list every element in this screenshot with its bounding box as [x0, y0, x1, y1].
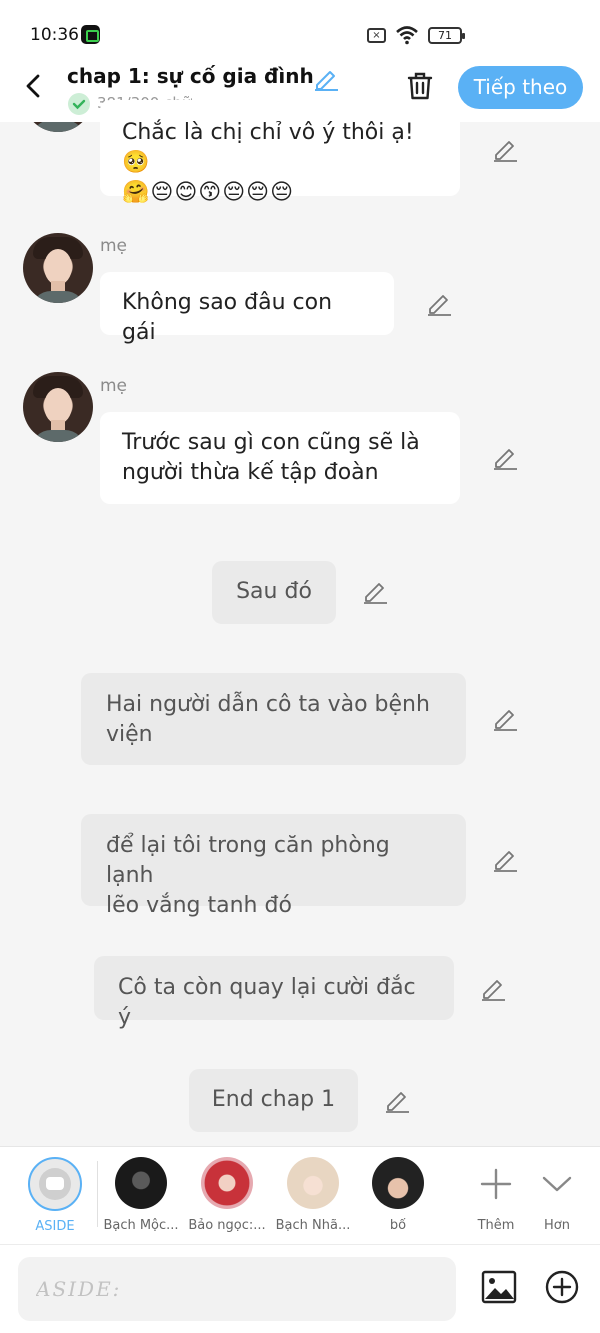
composer-bar: [0, 1244, 600, 1333]
character-label: Bảo ngọc:...: [188, 1218, 266, 1233]
avatar: [115, 1157, 167, 1209]
narration-bubble[interactable]: End chap 1: [189, 1069, 358, 1132]
sender-name: mẹ: [100, 236, 128, 256]
screen: 10:36 × 71 chap 1: sự cố gia đình 381/30…: [0, 0, 600, 1333]
narration-text-line: để lại tôi trong căn phòng lạnh: [106, 833, 390, 888]
narration-text-line: viện: [106, 722, 153, 747]
message-input[interactable]: [18, 1257, 456, 1321]
edit-pencil-icon[interactable]: [362, 579, 388, 605]
app-notification-icon: [81, 25, 100, 44]
character-item[interactable]: Bạch Mộc...: [96, 1157, 186, 1233]
narration-text-line: lẽo vắng tanh đó: [106, 893, 292, 918]
avatar[interactable]: [23, 233, 93, 303]
character-item[interactable]: Bảo ngọc:...: [182, 1157, 272, 1233]
narration-bubble[interactable]: để lại tôi trong căn phòng lạnh lẽo vắng…: [81, 814, 466, 918]
message-bubble[interactable]: Chắc là chị chỉ vô ý thôi ạ!🥺 🤗😔😊😙😔😔😔: [100, 100, 460, 205]
character-label: bố: [389, 1218, 407, 1233]
more-button[interactable]: Hơn: [512, 1157, 600, 1233]
check-circle-icon: [68, 93, 90, 115]
more-label: Hơn: [544, 1218, 570, 1233]
avatar: [372, 1157, 424, 1209]
sender-name: mẹ: [100, 376, 128, 396]
narration-bubble[interactable]: Sau đó: [212, 561, 336, 624]
edit-pencil-icon[interactable]: [426, 291, 452, 317]
trash-icon[interactable]: [404, 70, 436, 102]
avatar: [201, 1157, 253, 1209]
narration-text: Cô ta còn quay lại cười đắc ý: [118, 975, 416, 1030]
edit-pencil-icon[interactable]: [492, 445, 518, 471]
narration-bubble[interactable]: Hai người dẫn cô ta vào bệnh viện: [81, 673, 466, 765]
character-aside[interactable]: ASIDE: [10, 1157, 100, 1234]
character-label: Bạch Mộc...: [103, 1218, 179, 1233]
no-sim-icon: ×: [367, 28, 386, 43]
avatar: [287, 1157, 339, 1209]
character-item[interactable]: bố: [353, 1157, 443, 1233]
status-time: 10:36: [30, 25, 79, 45]
edit-pencil-icon[interactable]: [384, 1088, 410, 1114]
narration-text: End chap 1: [211, 1087, 336, 1112]
narration-text: Sau đó: [236, 579, 312, 604]
message-bubble[interactable]: Không sao đâu con gái: [100, 272, 394, 345]
edit-pencil-icon[interactable]: [492, 137, 518, 163]
wifi-icon: [396, 26, 418, 45]
image-icon[interactable]: [481, 1269, 517, 1305]
character-label: Bạch Nhã...: [275, 1218, 351, 1233]
battery-indicator: 71: [428, 27, 465, 44]
edit-pencil-icon[interactable]: [492, 847, 518, 873]
back-arrow-icon[interactable]: [20, 72, 48, 100]
chevron-down-icon: [542, 1176, 572, 1192]
message-emoji: 🤗😔😊😙😔😔😔: [122, 180, 294, 205]
status-bar: 10:36 × 71: [0, 0, 600, 62]
message-input-container[interactable]: [18, 1257, 456, 1321]
narration-text-line: Hai người dẫn cô ta vào bệnh: [106, 692, 430, 717]
message-bubble[interactable]: Trước sau gì con cũng sẽ là người thừa k…: [100, 412, 460, 504]
edit-pencil-icon[interactable]: [492, 706, 518, 732]
avatar[interactable]: [23, 372, 93, 442]
aside-chat-icon: [28, 1157, 82, 1211]
chapter-title[interactable]: chap 1: sự cố gia đình: [67, 64, 314, 88]
message-text: Không sao đâu con gái: [122, 290, 333, 345]
character-item[interactable]: Bạch Nhã...: [268, 1157, 358, 1233]
next-button[interactable]: Tiếp theo: [458, 66, 583, 109]
edit-title-pencil-icon[interactable]: [313, 65, 339, 91]
add-circle-icon[interactable]: [544, 1269, 580, 1305]
message-text-line: người thừa kế tập đoàn: [122, 460, 379, 485]
message-text-line: Trước sau gì con cũng sẽ là: [122, 430, 420, 455]
character-label: ASIDE: [35, 1219, 75, 1234]
character-selector-bar: ASIDE Bạch Mộc... Bảo ngọc:... Bạch Nhã.…: [0, 1146, 600, 1244]
message-text: Chắc là chị chỉ vô ý thôi ạ!🥺: [122, 120, 414, 175]
edit-pencil-icon[interactable]: [480, 976, 506, 1002]
narration-bubble[interactable]: Cô ta còn quay lại cười đắc ý: [94, 956, 454, 1030]
